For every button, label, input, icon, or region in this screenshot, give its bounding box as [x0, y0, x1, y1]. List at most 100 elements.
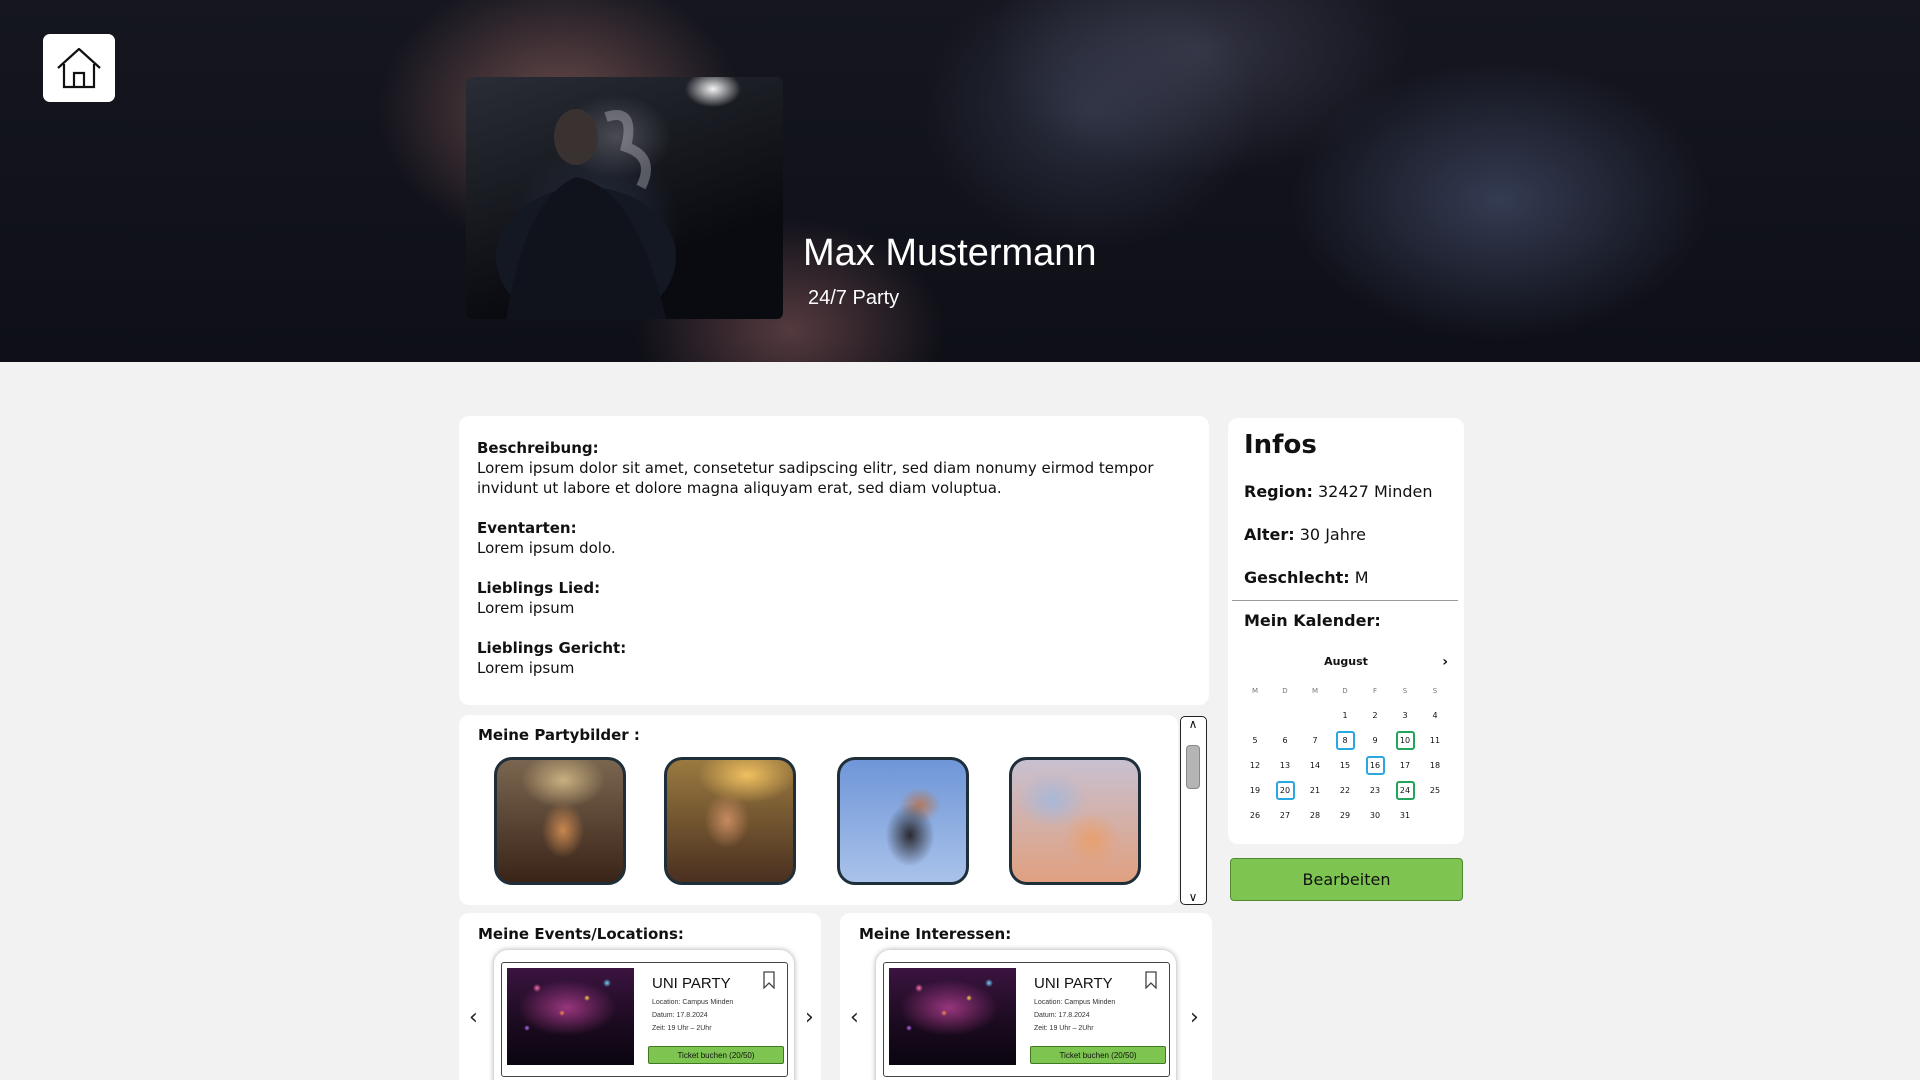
infos-card: Infos Region: 32427 Minden Alter: 30 Jah… — [1228, 418, 1464, 844]
calendar-day[interactable]: 13 — [1270, 753, 1300, 778]
calendar-day[interactable]: 26 — [1240, 803, 1270, 828]
calendar-day[interactable]: 23 — [1360, 778, 1390, 803]
calendar-day[interactable]: 17 — [1390, 753, 1420, 778]
bookmark-icon[interactable] — [763, 971, 775, 989]
lieblings-lied-label: Lieblings Lied: — [477, 579, 601, 597]
profile-tagline: 24/7 Party — [808, 287, 900, 309]
event-image — [507, 968, 634, 1065]
calendar-grid: M D M D F S S 1 2 3 4 5 6 7 8 9 10 11 12 13 14 15 16 17 18 19 20 21… — [1240, 678, 1452, 828]
calendar-day[interactable]: 29 — [1330, 803, 1360, 828]
calendar-day[interactable]: 20 — [1270, 778, 1300, 803]
profile-header: Max Mustermann 24/7 Party — [0, 0, 1920, 362]
beschreibung-text: Lorem ipsum dolor sit amet, consetetur s… — [477, 459, 1154, 497]
calendar-day[interactable]: 4 — [1420, 703, 1450, 728]
calendar-empty — [1270, 703, 1300, 728]
interest-ticket-button[interactable]: Ticket buchen (20/50) — [1030, 1046, 1166, 1064]
calendar-day[interactable]: 10 — [1390, 728, 1420, 753]
calendar-day[interactable]: 6 — [1270, 728, 1300, 753]
calendar-day[interactable]: 21 — [1300, 778, 1330, 803]
event-title: UNI PARTY — [652, 975, 731, 992]
interests-card: Meine Interessen: ‹ › UNI PARTY Location… — [840, 913, 1212, 1080]
edit-button[interactable]: Bearbeiten — [1230, 858, 1463, 901]
calendar-weekday: D — [1342, 686, 1348, 695]
calendar-day[interactable]: 27 — [1270, 803, 1300, 828]
lieblings-gericht-label: Lieblings Gericht: — [477, 639, 627, 657]
alter-value: 30 Jahre — [1299, 525, 1366, 544]
calendar-weekday: F — [1372, 686, 1378, 695]
info-divider — [1232, 600, 1458, 601]
calendar-day[interactable]: 14 — [1300, 753, 1330, 778]
calendar-day[interactable]: 16 — [1360, 753, 1390, 778]
lieblings-lied-text: Lorem ipsum — [477, 599, 575, 617]
calendar-day[interactable]: 12 — [1240, 753, 1270, 778]
interests-title: Meine Interessen: — [859, 925, 1012, 943]
events-title: Meine Events/Locations: — [478, 925, 684, 943]
home-icon — [57, 47, 101, 89]
bookmark-icon[interactable] — [1145, 971, 1157, 989]
party-photo-2[interactable] — [664, 757, 796, 885]
calendar-day[interactable]: 28 — [1300, 803, 1330, 828]
region-label: Region: — [1244, 482, 1313, 501]
calendar-day[interactable]: 18 — [1420, 753, 1450, 778]
calendar-day[interactable]: 1 — [1330, 703, 1360, 728]
calendar-day[interactable]: 19 — [1240, 778, 1270, 803]
interests-next-icon[interactable]: › — [1190, 1005, 1199, 1030]
interests-prev-icon[interactable]: ‹ — [850, 1005, 859, 1030]
home-button[interactable] — [43, 34, 115, 102]
description-card: Beschreibung: Lorem ipsum dolor sit amet… — [459, 416, 1209, 705]
calendar-weekday: M — [1311, 686, 1319, 695]
calendar-next-icon[interactable]: › — [1442, 650, 1448, 674]
calendar-day[interactable]: 7 — [1300, 728, 1330, 753]
interest-event-card[interactable]: UNI PARTY Location: Campus Minden Datum:… — [876, 950, 1176, 1080]
region-value: 32427 Minden — [1317, 482, 1433, 501]
calendar-month: August — [1324, 655, 1368, 668]
kalender-label: Mein Kalender: — [1244, 611, 1381, 630]
infos-title: Infos — [1244, 430, 1317, 460]
calendar-day[interactable]: 3 — [1390, 703, 1420, 728]
geschlecht-row: Geschlecht: M — [1244, 568, 1369, 587]
calendar-weekday: D — [1282, 686, 1288, 695]
party-photo-3[interactable] — [837, 757, 969, 885]
calendar-day[interactable]: 25 — [1420, 778, 1450, 803]
calendar-day[interactable]: 11 — [1420, 728, 1450, 753]
interest-event-title: UNI PARTY — [1034, 975, 1113, 992]
calendar-day[interactable]: 24 — [1390, 778, 1420, 803]
calendar-day[interactable]: 5 — [1240, 728, 1270, 753]
profile-name: Max Mustermann — [803, 232, 1097, 274]
scroll-thumb[interactable] — [1186, 745, 1200, 789]
lieblings-gericht-text: Lorem ipsum — [477, 659, 575, 677]
events-next-icon[interactable]: › — [805, 1005, 814, 1030]
calendar-day[interactable]: 8 — [1330, 728, 1360, 753]
event-card[interactable]: UNI PARTY Location: Campus Minden Datum:… — [494, 950, 794, 1080]
ticket-button[interactable]: Ticket buchen (20/50) — [648, 1046, 784, 1064]
calendar: August › M D M D F S S 1 2 3 4 5 6 7 8 9 10 11 12 13 14 15 16 1… — [1240, 650, 1452, 828]
calendar-day[interactable]: 15 — [1330, 753, 1360, 778]
profile-photo — [466, 77, 783, 319]
party-photo-4[interactable] — [1009, 757, 1141, 885]
eventarten-text: Lorem ipsum dolo. — [477, 539, 616, 557]
scroll-down-icon[interactable]: ∨ — [1181, 890, 1205, 904]
calendar-weekday: M — [1251, 686, 1259, 695]
gallery-card: Meine Partybilder : — [459, 715, 1178, 905]
party-photo-1[interactable] — [494, 757, 626, 885]
scroll-up-icon[interactable]: ∧ — [1181, 717, 1205, 731]
interest-event-date: Datum: 17.8.2024 — [1034, 1012, 1090, 1019]
interest-event-image — [889, 968, 1016, 1065]
beschreibung-label: Beschreibung: — [477, 439, 599, 457]
events-card: Meine Events/Locations: ‹ › UNI PARTY Lo… — [459, 913, 821, 1080]
alter-label: Alter: — [1244, 525, 1295, 544]
calendar-empty — [1240, 703, 1270, 728]
calendar-day[interactable]: 2 — [1360, 703, 1390, 728]
gallery-scrollbar[interactable]: ∧ ∨ — [1180, 716, 1207, 905]
event-date: Datum: 17.8.2024 — [652, 1012, 708, 1019]
calendar-day[interactable]: 31 — [1390, 803, 1420, 828]
calendar-day[interactable]: 9 — [1360, 728, 1390, 753]
calendar-empty — [1300, 703, 1330, 728]
region-row: Region: 32427 Minden — [1244, 482, 1433, 501]
calendar-day[interactable]: 22 — [1330, 778, 1360, 803]
calendar-weekday: S — [1402, 686, 1408, 695]
calendar-weekday: S — [1432, 686, 1438, 695]
geschlecht-value: M — [1354, 568, 1369, 587]
calendar-day[interactable]: 30 — [1360, 803, 1390, 828]
events-prev-icon[interactable]: ‹ — [469, 1005, 478, 1030]
